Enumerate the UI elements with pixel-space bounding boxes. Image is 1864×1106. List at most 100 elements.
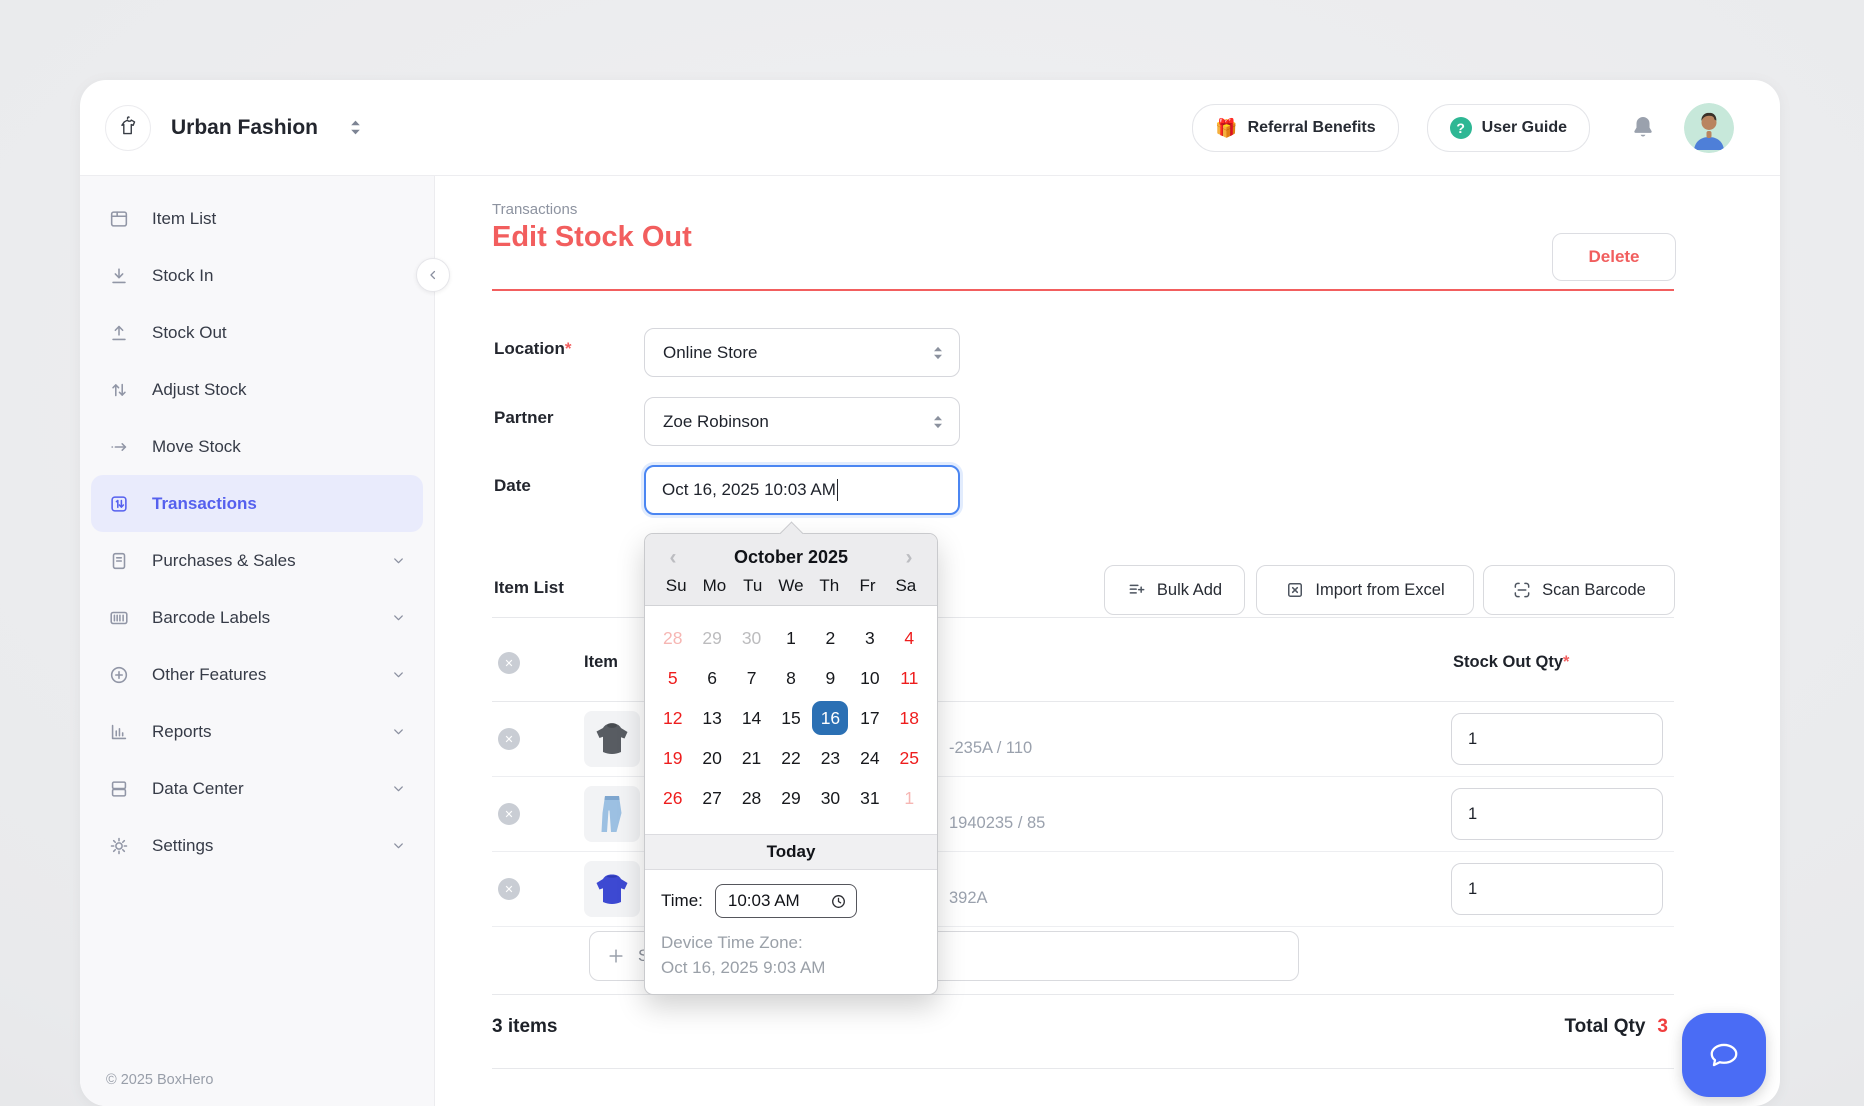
- calendar-day[interactable]: 12: [653, 698, 692, 738]
- calendar-day[interactable]: 10: [850, 658, 889, 698]
- database-icon: [108, 778, 130, 800]
- date-input[interactable]: Oct 16, 2025 10:03 AM: [644, 465, 960, 515]
- gear-icon: [108, 835, 130, 857]
- weekday-label: We: [772, 576, 810, 596]
- calendar-day[interactable]: 26: [653, 778, 692, 818]
- remove-item-button[interactable]: ✕: [498, 878, 520, 900]
- calendar-day[interactable]: 24: [850, 738, 889, 778]
- calendar-day[interactable]: 1: [771, 618, 810, 658]
- calendar-day[interactable]: 4: [890, 618, 929, 658]
- sidebar-item-settings[interactable]: Settings: [91, 817, 423, 874]
- partner-select[interactable]: Zoe Robinson: [644, 397, 960, 446]
- scan-barcode-label: Scan Barcode: [1542, 581, 1646, 600]
- calendar-day[interactable]: 31: [850, 778, 889, 818]
- location-value: Online Store: [663, 343, 758, 363]
- weekday-label: Fr: [848, 576, 886, 596]
- copyright-text: © 2025 BoxHero: [106, 1072, 213, 1088]
- weekday-label: Mo: [695, 576, 733, 596]
- bar-chart-icon: [108, 721, 130, 743]
- calendar-day[interactable]: 3: [850, 618, 889, 658]
- timezone-datetime: Oct 16, 2025 9:03 AM: [661, 955, 921, 980]
- sidebar-item-label: Purchases & Sales: [152, 551, 296, 571]
- user-guide-label: User Guide: [1482, 119, 1567, 137]
- calendar-day[interactable]: 13: [692, 698, 731, 738]
- calendar-day[interactable]: 27: [692, 778, 731, 818]
- user-guide-button[interactable]: ? User Guide: [1427, 104, 1590, 152]
- weekday-row: Su Mo Tu We Th Fr Sa: [653, 571, 929, 601]
- workspace-logo: [105, 105, 151, 151]
- scan-barcode-button[interactable]: Scan Barcode: [1483, 565, 1675, 615]
- document-icon: [108, 550, 130, 572]
- calendar-day[interactable]: 25: [890, 738, 929, 778]
- delete-button[interactable]: Delete: [1552, 233, 1676, 281]
- chevron-down-icon: [391, 724, 406, 739]
- time-input[interactable]: 10:03 AM: [715, 884, 857, 918]
- sidebar-item-data-center[interactable]: Data Center: [91, 760, 423, 817]
- prev-month-button[interactable]: ‹: [663, 547, 683, 568]
- calendar-day[interactable]: 30: [732, 618, 771, 658]
- chat-launcher-button[interactable]: [1682, 1013, 1766, 1097]
- calendar-day[interactable]: 18: [890, 698, 929, 738]
- sidebar: Item List Stock In Stock Out Adjust Stoc…: [80, 176, 435, 1106]
- calendar-day[interactable]: 22: [771, 738, 810, 778]
- next-month-button[interactable]: ›: [899, 547, 919, 568]
- calendar-day[interactable]: 29: [692, 618, 731, 658]
- calendar-day[interactable]: 9: [811, 658, 850, 698]
- calendar-day[interactable]: 1: [890, 778, 929, 818]
- notifications-button[interactable]: [1628, 113, 1658, 143]
- sidebar-item-move-stock[interactable]: Move Stock: [91, 418, 423, 475]
- calendar-day[interactable]: 6: [692, 658, 731, 698]
- remove-item-button[interactable]: ✕: [498, 728, 520, 750]
- sidebar-item-transactions[interactable]: Transactions: [91, 475, 423, 532]
- calendar-day[interactable]: 23: [811, 738, 850, 778]
- gift-icon: 🎁: [1215, 119, 1237, 137]
- calendar-day[interactable]: 28: [732, 778, 771, 818]
- calendar-day-selected[interactable]: 16: [812, 701, 848, 735]
- calendar-day[interactable]: 5: [653, 658, 692, 698]
- calendar-day[interactable]: 17: [850, 698, 889, 738]
- sidebar-item-stock-in[interactable]: Stock In: [91, 247, 423, 304]
- stock-out-qty-input[interactable]: [1451, 863, 1663, 915]
- stock-out-qty-input[interactable]: [1451, 788, 1663, 840]
- sidebar-item-barcode-labels[interactable]: Barcode Labels: [91, 589, 423, 646]
- text-cursor: [837, 479, 839, 501]
- sidebar-item-label: Item List: [152, 209, 216, 229]
- calendar-day[interactable]: 11: [890, 658, 929, 698]
- sidebar-item-item-list[interactable]: Item List: [91, 190, 423, 247]
- calendar-day[interactable]: 29: [771, 778, 810, 818]
- calendar-day[interactable]: 21: [732, 738, 771, 778]
- referral-benefits-button[interactable]: 🎁 Referral Benefits: [1192, 104, 1398, 152]
- location-select[interactable]: Online Store: [644, 328, 960, 377]
- calendar-day[interactable]: 2: [811, 618, 850, 658]
- sidebar-item-adjust-stock[interactable]: Adjust Stock: [91, 361, 423, 418]
- calendar-day[interactable]: 30: [811, 778, 850, 818]
- workspace-switcher[interactable]: [348, 119, 363, 136]
- sidebar-item-stock-out[interactable]: Stock Out: [91, 304, 423, 361]
- calendar-month-title: October 2025: [683, 547, 899, 568]
- avatar[interactable]: [1684, 103, 1734, 153]
- calendar-day[interactable]: 8: [771, 658, 810, 698]
- sidebar-collapse-button[interactable]: [416, 258, 450, 292]
- weekday-label: Su: [657, 576, 695, 596]
- calendar-day[interactable]: 20: [692, 738, 731, 778]
- calendar-day[interactable]: 15: [771, 698, 810, 738]
- sidebar-item-reports[interactable]: Reports: [91, 703, 423, 760]
- calendar-day[interactable]: 19: [653, 738, 692, 778]
- calendar-day[interactable]: 28: [653, 618, 692, 658]
- stock-out-qty-input[interactable]: [1451, 713, 1663, 765]
- import-from-excel-label: Import from Excel: [1315, 581, 1444, 600]
- bulk-add-button[interactable]: Bulk Add: [1104, 565, 1245, 615]
- items-count: 3 items: [492, 1016, 557, 1038]
- stock-in-icon: [108, 265, 130, 287]
- sidebar-item-purchases-sales[interactable]: Purchases & Sales: [91, 532, 423, 589]
- remove-item-button[interactable]: ✕: [498, 803, 520, 825]
- sidebar-item-other-features[interactable]: Other Features: [91, 646, 423, 703]
- calendar-day[interactable]: 7: [732, 658, 771, 698]
- time-value: 10:03 AM: [728, 891, 800, 911]
- item-thumbnail-gray-sweater: [584, 711, 640, 767]
- today-button[interactable]: Today: [645, 834, 937, 870]
- item-list-section-label: Item List: [494, 578, 564, 598]
- required-asterisk: *: [1563, 653, 1569, 671]
- calendar-day[interactable]: 14: [732, 698, 771, 738]
- import-from-excel-button[interactable]: Import from Excel: [1256, 565, 1474, 615]
